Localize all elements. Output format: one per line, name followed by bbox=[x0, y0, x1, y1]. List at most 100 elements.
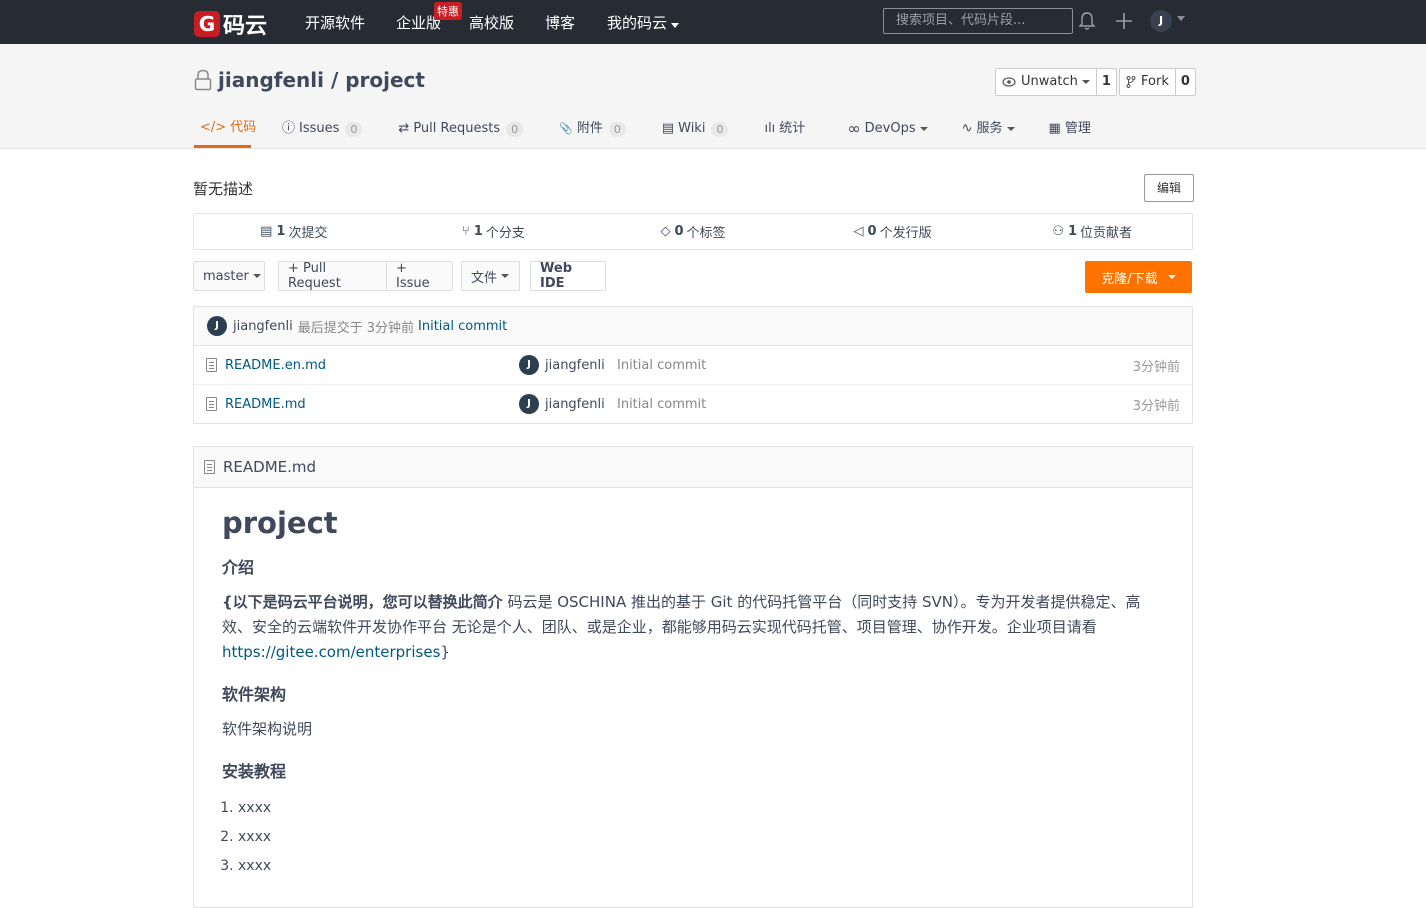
stat-number: 1 bbox=[1067, 224, 1078, 239]
fork-icon bbox=[1126, 76, 1136, 88]
tab-label: 服务 bbox=[976, 121, 1003, 136]
tab-devops[interactable]: ∞ DevOps bbox=[841, 110, 933, 148]
send-icon: ◁ bbox=[853, 224, 864, 239]
infinity-icon: ∞ bbox=[847, 119, 861, 138]
tab-services[interactable]: ∿ 服务 bbox=[956, 110, 1021, 148]
chevron-down-icon[interactable] bbox=[1177, 16, 1185, 21]
branch-name: master bbox=[203, 268, 249, 284]
stat-label: 个发行版 bbox=[879, 226, 932, 241]
bell-icon[interactable] bbox=[1078, 11, 1096, 31]
branch-select-wrapper: master bbox=[193, 261, 265, 291]
file-commit-author[interactable]: J jiangfenli bbox=[519, 394, 605, 414]
repo-stats-bar: ▤ 1 次提交 ⑂ 1 个分支 ◇ 0 个标签 ◁ 0 个发行版 ⚇ 1 位贡献者 bbox=[193, 213, 1193, 250]
user-avatar[interactable]: J bbox=[1150, 10, 1172, 32]
stat-branches[interactable]: ⑂ 1 个分支 bbox=[394, 214, 594, 249]
file-commit-message[interactable]: Initial commit bbox=[617, 397, 706, 412]
watch-button-group: Unwatch 1 bbox=[995, 68, 1117, 96]
logo-icon: G bbox=[194, 11, 220, 37]
stat-contributors[interactable]: ⚇ 1 位贡献者 bbox=[992, 214, 1192, 249]
last-commit-bar: J jiangfenli 最后提交于 3分钟前 Initial commit bbox=[194, 307, 1192, 346]
logo-text: 码云 bbox=[223, 14, 268, 39]
new-issue-button[interactable]: + Issue bbox=[387, 261, 453, 291]
fork-count[interactable]: 0 bbox=[1176, 69, 1195, 95]
chevron-down-icon bbox=[1167, 275, 1176, 279]
stat-commits[interactable]: ▤ 1 次提交 bbox=[194, 214, 394, 249]
clone-download-button[interactable]: 克隆/下载 bbox=[1085, 261, 1192, 293]
stat-number: 0 bbox=[867, 224, 877, 239]
book-icon: ▤ bbox=[661, 121, 675, 136]
webide-wrapper: Web IDE bbox=[530, 261, 606, 291]
file-link[interactable]: README.md bbox=[206, 397, 306, 412]
web-ide-button[interactable]: Web IDE bbox=[530, 261, 606, 291]
code-icon: </> bbox=[200, 119, 227, 135]
nav-education[interactable]: 高校版 bbox=[469, 12, 514, 33]
tab-statistics[interactable]: ılı 统计 bbox=[758, 110, 811, 148]
commit-author[interactable]: jiangfenli bbox=[233, 319, 293, 334]
stat-tags[interactable]: ◇ 0 个标签 bbox=[593, 214, 793, 249]
file-icon bbox=[206, 397, 217, 411]
readme-heading-intro: 介绍 bbox=[222, 558, 255, 577]
table-row: README.md J jiangfenli Initial commit 3分… bbox=[194, 385, 1192, 423]
branch-select[interactable]: master bbox=[193, 261, 265, 291]
stat-label: 次提交 bbox=[288, 226, 328, 241]
chevron-down-icon bbox=[671, 23, 680, 28]
nav-my-gitee[interactable]: 我的码云 bbox=[607, 12, 680, 33]
enterprise-link[interactable]: https://gitee.com/enterprises bbox=[222, 643, 440, 661]
tab-label: Issues bbox=[299, 121, 340, 136]
commit-message-link[interactable]: Initial commit bbox=[418, 319, 507, 334]
stat-number: 1 bbox=[276, 224, 286, 239]
readme-filename: README.md bbox=[223, 458, 317, 476]
commits-icon: ▤ bbox=[260, 224, 273, 239]
nav-blog[interactable]: 博客 bbox=[545, 12, 575, 33]
file-commit-author[interactable]: J jiangfenli bbox=[519, 355, 605, 375]
create-button-group: + Pull Request + Issue bbox=[278, 261, 453, 291]
file-icon bbox=[204, 460, 215, 474]
tab-label: DevOps bbox=[864, 121, 916, 136]
stat-number: 1 bbox=[473, 224, 483, 239]
stat-label: 位贡献者 bbox=[1080, 226, 1133, 241]
project-header: jiangfenli / project Unwatch 1 Fork 0 </… bbox=[0, 44, 1426, 149]
fork-button[interactable]: Fork bbox=[1120, 69, 1176, 95]
plus-icon[interactable] bbox=[1114, 11, 1134, 31]
unwatch-button[interactable]: Unwatch bbox=[996, 69, 1097, 95]
tab-code[interactable]: </> 代码 bbox=[194, 110, 256, 148]
avatar[interactable]: J bbox=[207, 316, 227, 336]
tab-label: 附件 bbox=[576, 121, 603, 136]
intro-bold: {以下是码云平台说明，您可以替换此简介 bbox=[222, 593, 503, 611]
tag-icon: ◇ bbox=[660, 224, 671, 239]
tab-wiki[interactable]: ▤ Wiki 0 bbox=[656, 110, 735, 148]
tab-attachments[interactable]: 📎 附件 0 bbox=[553, 110, 632, 148]
search-input[interactable]: 搜索项目、代码片段... bbox=[883, 8, 1073, 34]
readme-panel: README.md project 介绍 {以下是码云平台说明，您可以替换此简介… bbox=[193, 446, 1193, 908]
watch-count[interactable]: 1 bbox=[1097, 69, 1116, 95]
gitee-logo[interactable]: G 码云 bbox=[194, 8, 267, 40]
tab-count: 0 bbox=[345, 121, 363, 137]
file-menu-wrapper: 文件 bbox=[461, 261, 520, 291]
file-menu-button[interactable]: 文件 bbox=[461, 261, 520, 291]
tab-label: 管理 bbox=[1064, 121, 1091, 136]
tab-issues[interactable]: ⓘ Issues 0 bbox=[276, 110, 368, 148]
repo-tabs: </> 代码 ⓘ Issues 0 ⇄ Pull Requests 0 📎 附件 0 ▤ Wik… bbox=[194, 110, 1097, 148]
promo-badge: 特惠 bbox=[434, 2, 462, 20]
file-commit-message[interactable]: Initial commit bbox=[617, 358, 706, 373]
readme-intro-paragraph: {以下是码云平台说明，您可以替换此简介 码云是 OSCHINA 推出的基于 Gi… bbox=[222, 590, 1164, 665]
nav-open-source[interactable]: 开源软件 bbox=[305, 12, 365, 33]
edit-description-button[interactable]: 编辑 bbox=[1144, 174, 1194, 202]
list-item: xxxx bbox=[238, 823, 1164, 852]
tab-label: Pull Requests bbox=[413, 121, 501, 136]
stat-label: 个分支 bbox=[485, 226, 525, 241]
file-link[interactable]: README.en.md bbox=[206, 358, 326, 373]
settings-doc-icon: ▦ bbox=[1048, 121, 1061, 136]
new-pull-request-button[interactable]: + Pull Request bbox=[278, 261, 387, 291]
project-title-text[interactable]: jiangfenli / project bbox=[218, 68, 425, 92]
tab-label: 代码 bbox=[230, 119, 257, 135]
commit-time: 3分钟前 bbox=[366, 320, 415, 336]
file-menu-label: 文件 bbox=[471, 270, 498, 286]
chevron-down-icon bbox=[252, 274, 261, 278]
chevron-down-icon bbox=[501, 274, 510, 278]
stat-releases[interactable]: ◁ 0 个发行版 bbox=[793, 214, 993, 249]
readme-content: project 介绍 {以下是码云平台说明，您可以替换此简介 码云是 OSCHI… bbox=[194, 506, 1192, 881]
tab-pull-requests[interactable]: ⇄ Pull Requests 0 bbox=[392, 110, 529, 148]
readme-header: README.md bbox=[194, 447, 1192, 488]
tab-manage[interactable]: ▦ 管理 bbox=[1043, 110, 1097, 148]
